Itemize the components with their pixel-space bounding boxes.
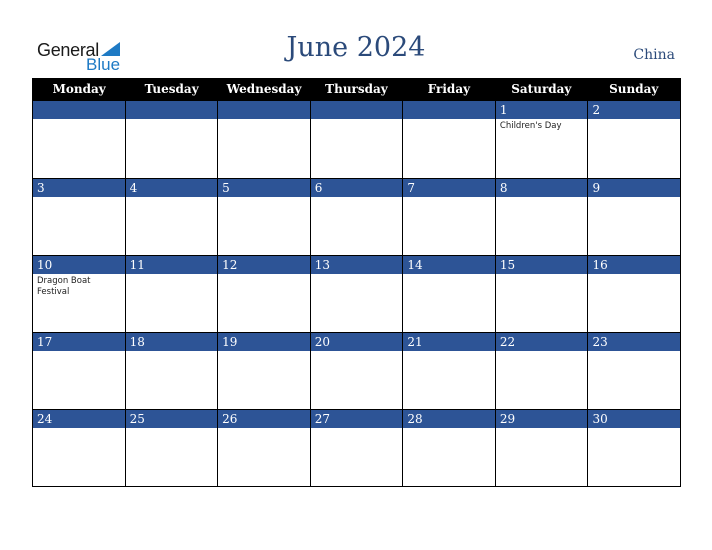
- day-cell[interactable]: 4: [125, 178, 219, 255]
- day-number: 13: [310, 256, 403, 274]
- day-cell[interactable]: 23: [588, 332, 681, 409]
- weekday-thursday: Thursday: [325, 82, 388, 96]
- day-number: 28: [403, 410, 495, 428]
- weekday-monday: Monday: [52, 82, 106, 96]
- day-number: 24: [33, 410, 125, 428]
- week-row: 24 25 26 27 28 29 30: [33, 409, 681, 486]
- day-number: 6: [310, 179, 403, 197]
- day-number: 26: [218, 410, 310, 428]
- day-number: 3: [33, 179, 125, 197]
- day-cell[interactable]: 6: [310, 178, 404, 255]
- day-number: 14: [403, 256, 495, 274]
- day-cell[interactable]: [403, 101, 496, 178]
- day-number: 12: [218, 256, 310, 274]
- day-number: 19: [218, 333, 310, 351]
- day-number: 17: [33, 333, 125, 351]
- day-cell[interactable]: 7: [403, 178, 496, 255]
- day-cell[interactable]: 19: [218, 332, 311, 409]
- day-number: [218, 101, 310, 119]
- day-cell[interactable]: 25: [125, 409, 219, 486]
- holiday-label: Children's Day: [499, 121, 562, 131]
- weekday-saturday: Saturday: [511, 82, 572, 96]
- week-row: 1 Children's Day 2: [33, 101, 681, 178]
- day-cell[interactable]: 21: [403, 332, 496, 409]
- day-number: 29: [495, 410, 588, 428]
- day-cell[interactable]: 17: [33, 332, 126, 409]
- day-number: 1: [495, 101, 588, 119]
- day-cell[interactable]: 26: [218, 409, 311, 486]
- weekday-header: Monday Tuesday Wednesday Thursday Friday…: [33, 78, 680, 101]
- day-cell[interactable]: 24: [33, 409, 126, 486]
- day-number: 21: [403, 333, 495, 351]
- day-cell[interactable]: [218, 101, 311, 178]
- day-cell[interactable]: [125, 101, 219, 178]
- day-number: 9: [588, 179, 681, 197]
- day-number: 22: [495, 333, 588, 351]
- day-cell[interactable]: 9: [588, 178, 681, 255]
- holiday-label: Dragon Boat Festival: [37, 276, 91, 297]
- day-number: 27: [310, 410, 403, 428]
- day-number: 5: [218, 179, 310, 197]
- day-cell[interactable]: 30: [588, 409, 681, 486]
- day-number: [403, 101, 495, 119]
- day-cell[interactable]: 5: [218, 178, 311, 255]
- day-number: 2: [588, 101, 681, 119]
- page-title: June 2024: [286, 32, 426, 63]
- day-cell[interactable]: 22: [495, 332, 589, 409]
- day-number: 8: [495, 179, 588, 197]
- day-cell[interactable]: 2: [588, 101, 681, 178]
- day-cell[interactable]: 12: [218, 255, 311, 332]
- day-number: 16: [588, 256, 681, 274]
- weekday-friday: Friday: [427, 82, 471, 96]
- day-cell[interactable]: 18: [125, 332, 219, 409]
- weekday-wednesday: Wednesday: [226, 82, 302, 96]
- day-cell[interactable]: 3: [33, 178, 126, 255]
- day-cell[interactable]: 16: [588, 255, 681, 332]
- day-number: 15: [495, 256, 588, 274]
- day-number: [310, 101, 403, 119]
- day-cell[interactable]: [310, 101, 404, 178]
- day-cell[interactable]: 27: [310, 409, 404, 486]
- day-number: 20: [310, 333, 403, 351]
- week-row: 17 18 19 20 21 22 23: [33, 332, 681, 409]
- weekday-tuesday: Tuesday: [144, 82, 199, 96]
- day-cell[interactable]: 11: [125, 255, 219, 332]
- day-cell[interactable]: 13: [310, 255, 404, 332]
- day-number: 25: [125, 410, 218, 428]
- day-number: [125, 101, 218, 119]
- calendar-grid: Monday Tuesday Wednesday Thursday Friday…: [32, 78, 681, 487]
- day-number: 30: [588, 410, 681, 428]
- week-row: 3456789: [33, 178, 681, 255]
- day-cell[interactable]: 15: [495, 255, 589, 332]
- day-number: 23: [588, 333, 681, 351]
- day-cell[interactable]: 29: [495, 409, 589, 486]
- day-cell[interactable]: 20: [310, 332, 404, 409]
- day-number: 18: [125, 333, 218, 351]
- day-number: [33, 101, 125, 119]
- day-number: 11: [125, 256, 218, 274]
- day-cell[interactable]: 10 Dragon Boat Festival: [33, 255, 126, 332]
- day-number: 10: [33, 256, 125, 274]
- day-cell[interactable]: 14: [403, 255, 496, 332]
- week-row: 10 Dragon Boat Festival 11 12 13 14 15 16: [33, 255, 681, 332]
- day-number: 4: [125, 179, 218, 197]
- weekday-sunday: Sunday: [609, 82, 659, 96]
- day-number: 7: [403, 179, 495, 197]
- country-label: China: [633, 47, 675, 63]
- day-cell[interactable]: 8: [495, 178, 589, 255]
- day-cell[interactable]: 1 Children's Day: [495, 101, 589, 178]
- day-cell[interactable]: [33, 101, 126, 178]
- day-cell[interactable]: 28: [403, 409, 496, 486]
